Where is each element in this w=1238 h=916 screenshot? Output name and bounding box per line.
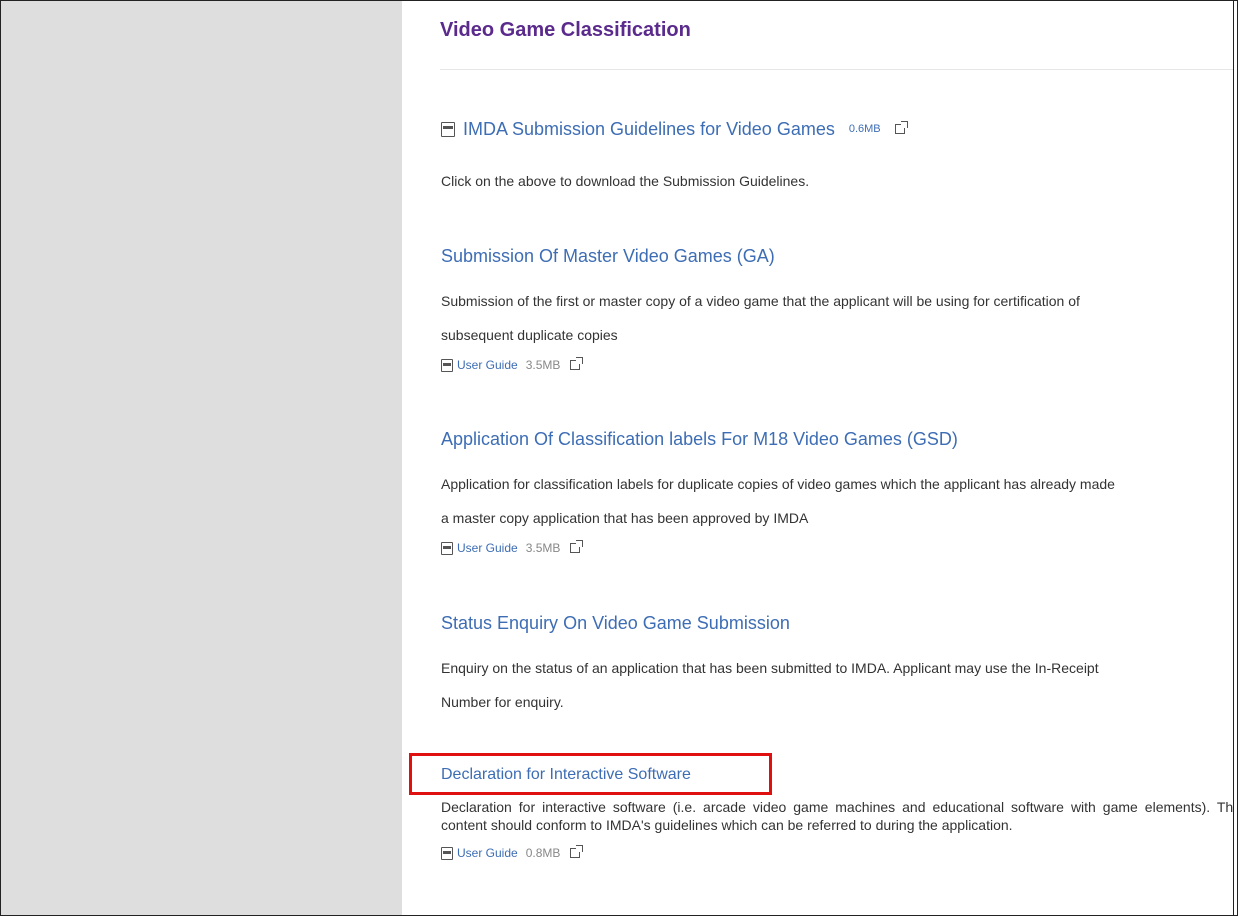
section-description-line: a master copy application that has been … xyxy=(441,510,809,526)
user-guide-size: 3.5MB xyxy=(525,541,561,555)
user-guide-row: User Guide 0.8MB xyxy=(441,845,1233,860)
main-content: Video Game Classification IMDA Submissio… xyxy=(402,1,1233,915)
right-border xyxy=(1233,1,1234,915)
user-guide-row: User Guide 3.5MB xyxy=(441,357,1233,372)
user-guide-size: 0.8MB xyxy=(525,846,561,860)
pdf-icon xyxy=(441,541,453,555)
page-title: Video Game Classification xyxy=(440,19,691,41)
section-title-link[interactable]: Declaration for Interactive Software xyxy=(441,766,691,784)
section-description-line: Application for classification labels fo… xyxy=(441,476,1115,492)
guidelines-section: IMDA Submission Guidelines for Video Gam… xyxy=(441,118,1233,189)
section-description-line: subsequent duplicate copies xyxy=(441,327,618,343)
section-title-link[interactable]: Status Enquiry On Video Game Submission xyxy=(441,613,790,634)
section-description-line: Enquiry on the status of an application … xyxy=(441,660,1099,676)
user-guide-link[interactable]: User Guide xyxy=(457,846,518,860)
section-description-line: Submission of the first or master copy o… xyxy=(441,293,1080,309)
section-classification-labels: Application Of Classification labels For… xyxy=(441,429,1233,555)
user-guide-row: User Guide 3.5MB xyxy=(441,540,1233,555)
title-divider xyxy=(440,69,1233,70)
user-guide-link[interactable]: User Guide xyxy=(457,358,518,372)
page-frame: Video Game Classification IMDA Submissio… xyxy=(0,0,1238,916)
section-title-link[interactable]: Application Of Classification labels For… xyxy=(441,429,958,450)
left-sidebar-panel xyxy=(1,1,402,915)
section-description: Declaration for interactive software (i.… xyxy=(441,799,1233,833)
guidelines-download-link[interactable]: IMDA Submission Guidelines for Video Gam… xyxy=(463,119,835,140)
external-link-icon[interactable] xyxy=(570,357,584,370)
guidelines-file-size: 0.6MB xyxy=(848,123,881,135)
external-link-icon[interactable] xyxy=(570,540,584,553)
guidelines-description: Click on the above to download the Submi… xyxy=(441,173,810,189)
section-title-link[interactable]: Submission Of Master Video Games (GA) xyxy=(441,246,775,267)
section-status-enquiry: Status Enquiry On Video Game Submission … xyxy=(441,613,1233,719)
pdf-icon xyxy=(441,846,453,860)
section-interactive-software: Declaration for Interactive Software Dec… xyxy=(441,766,1233,860)
user-guide-link[interactable]: User Guide xyxy=(457,541,518,555)
external-link-icon[interactable] xyxy=(894,121,908,134)
pdf-icon xyxy=(441,121,455,137)
section-master-video-games: Submission Of Master Video Games (GA) Su… xyxy=(441,246,1233,372)
user-guide-size: 3.5MB xyxy=(525,358,561,372)
pdf-icon xyxy=(441,358,453,372)
section-description-line: Number for enquiry. xyxy=(441,694,564,710)
external-link-icon[interactable] xyxy=(570,845,584,858)
